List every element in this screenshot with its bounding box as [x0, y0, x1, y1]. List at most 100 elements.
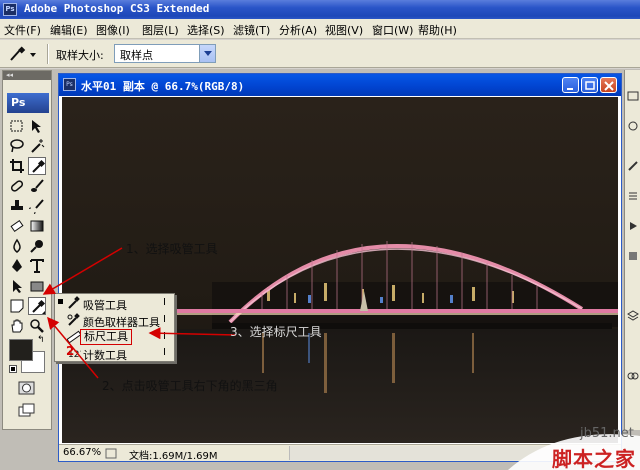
type-icon: [30, 259, 44, 273]
document-title: 水平01 副本 @ 66.7%(RGB/8): [81, 80, 245, 93]
brush-tool[interactable]: [28, 177, 46, 195]
right-panel-dock: [624, 70, 640, 430]
flyout-item-eyedropper[interactable]: 吸管工具 I: [55, 295, 174, 312]
flyout-label: 颜色取样器工具: [83, 316, 160, 329]
close-button[interactable]: [600, 77, 617, 93]
shape-tool[interactable]: [28, 277, 46, 295]
move-icon: [32, 120, 41, 133]
document-ps-icon: Ps: [63, 78, 76, 91]
history-brush-icon: [29, 199, 44, 214]
actions-panel-icon[interactable]: [627, 220, 639, 232]
menu-analysis[interactable]: 分析(A): [279, 22, 317, 38]
eyedropper-icon: [32, 299, 46, 314]
pen-tool[interactable]: [8, 257, 26, 275]
flyout-item-color-sampler[interactable]: 颜色取样器工具 I: [55, 312, 174, 329]
notes-tool[interactable]: [8, 297, 26, 315]
eyedropper-group-tool[interactable]: [28, 297, 46, 315]
eyedropper-icon: [68, 296, 80, 309]
menu-image[interactable]: 图像(I): [96, 22, 130, 38]
flyout-item-ruler[interactable]: 标尺工具 I: [55, 329, 174, 345]
quick-mask-button[interactable]: [17, 379, 35, 397]
blur-tool[interactable]: [8, 237, 26, 255]
zoom-level[interactable]: 66.67%: [63, 447, 101, 458]
annotation-step2-marker: 2: [66, 344, 75, 358]
brushes-panel-icon[interactable]: [627, 160, 639, 172]
bandage-icon: [10, 180, 24, 192]
flyout-label: 计数工具: [83, 349, 127, 362]
maximize-icon: [585, 81, 595, 90]
minimize-button[interactable]: [562, 77, 579, 93]
tool-presets-panel-icon[interactable]: [627, 250, 639, 262]
default-colors-icon[interactable]: [9, 365, 17, 373]
menu-edit[interactable]: 编辑(E): [50, 22, 88, 38]
channels-panel-icon[interactable]: [627, 370, 639, 382]
menu-view[interactable]: 视图(V): [325, 22, 363, 38]
magic-wand-icon: [31, 139, 45, 153]
document-window: Ps 水平01 副本 @ 66.7%(RGB/8) 66.67% 文档:1.69…: [58, 73, 622, 462]
toolbox-logo: Ps: [7, 93, 49, 113]
layers-panel-icon[interactable]: [627, 310, 639, 322]
path-select-icon: [13, 280, 22, 293]
type-tool[interactable]: [28, 257, 46, 275]
clone-stamp-tool[interactable]: [8, 197, 26, 215]
screen-mode-button[interactable]: [17, 401, 35, 419]
dodge-icon: [30, 240, 43, 253]
magnifier-icon: [30, 319, 44, 333]
pen-icon: [12, 259, 22, 272]
menu-select[interactable]: 选择(S): [187, 22, 225, 38]
menu-file[interactable]: 文件(F): [4, 22, 41, 38]
marquee-tool[interactable]: [8, 117, 26, 135]
close-icon: [604, 81, 614, 91]
settings-panel-icon[interactable]: [627, 190, 639, 202]
photoshop-app-icon: Ps: [3, 3, 17, 16]
sample-size-select[interactable]: 取样点: [114, 44, 216, 63]
maximize-button[interactable]: [581, 77, 598, 93]
zoom-options-icon[interactable]: [105, 448, 117, 459]
crop-tool[interactable]: [8, 157, 26, 175]
menu-bar: 文件(F) 编辑(E) 图像(I) 图层(L) 选择(S) 滤镜(T) 分析(A…: [0, 19, 640, 39]
menu-help[interactable]: 帮助(H): [418, 22, 457, 38]
flyout-label: 吸管工具: [83, 299, 127, 312]
selected-bullet-icon: [58, 299, 63, 304]
stamp-icon: [11, 200, 23, 210]
path-selection-tool[interactable]: [8, 277, 26, 295]
zoom-tool[interactable]: [28, 317, 46, 335]
annotation-step1: 1、选择吸管工具: [126, 242, 218, 256]
gradient-tool[interactable]: [28, 217, 46, 235]
eraser-icon: [10, 219, 24, 233]
foreground-color-swatch[interactable]: [9, 339, 33, 361]
history-brush-tool[interactable]: [28, 197, 46, 215]
flyout-shortcut: I: [163, 347, 166, 358]
navigator-panel-icon[interactable]: [627, 90, 639, 102]
gradient-icon: [30, 220, 44, 232]
healing-brush-tool[interactable]: [8, 177, 26, 195]
hand-tool[interactable]: [8, 317, 26, 335]
flyout-shortcut: I: [163, 314, 166, 325]
tool-preset-picker[interactable]: [6, 45, 40, 63]
tools-panel: ◂◂ Ps ↰: [2, 70, 52, 430]
crop-icon: [10, 159, 24, 173]
lasso-tool[interactable]: [8, 137, 26, 155]
move-tool[interactable]: [28, 117, 46, 135]
magic-wand-tool[interactable]: [28, 137, 46, 155]
dodge-tool[interactable]: [28, 237, 46, 255]
chevron-down-icon[interactable]: [199, 45, 215, 62]
menu-filter[interactable]: 滤镜(T): [233, 22, 270, 38]
panel-collapse-grip[interactable]: ◂◂: [3, 71, 51, 80]
app-title: Adobe Photoshop CS3 Extended: [24, 2, 210, 15]
flyout-label: 标尺工具: [80, 329, 132, 345]
watermark-site: jb51.net: [580, 426, 634, 441]
eraser-tool[interactable]: [8, 217, 26, 235]
menu-window[interactable]: 窗口(W): [372, 22, 413, 38]
menu-layer[interactable]: 图层(L): [142, 22, 179, 38]
site-watermark: jb51.net 脚本之家: [498, 416, 640, 470]
sample-size-label: 取样大小:: [56, 49, 104, 62]
flyout-shortcut: I: [163, 331, 166, 342]
options-separator: [47, 44, 49, 64]
eyedropper-tool[interactable]: [28, 157, 46, 175]
document-size: 文档:1.69M/1.69M: [129, 451, 218, 462]
history-panel-icon[interactable]: [627, 120, 639, 132]
eyedropper-icon: [32, 159, 46, 173]
document-title-bar[interactable]: Ps 水平01 副本 @ 66.7%(RGB/8): [59, 74, 621, 96]
swap-colors-icon[interactable]: ↰: [37, 335, 45, 345]
